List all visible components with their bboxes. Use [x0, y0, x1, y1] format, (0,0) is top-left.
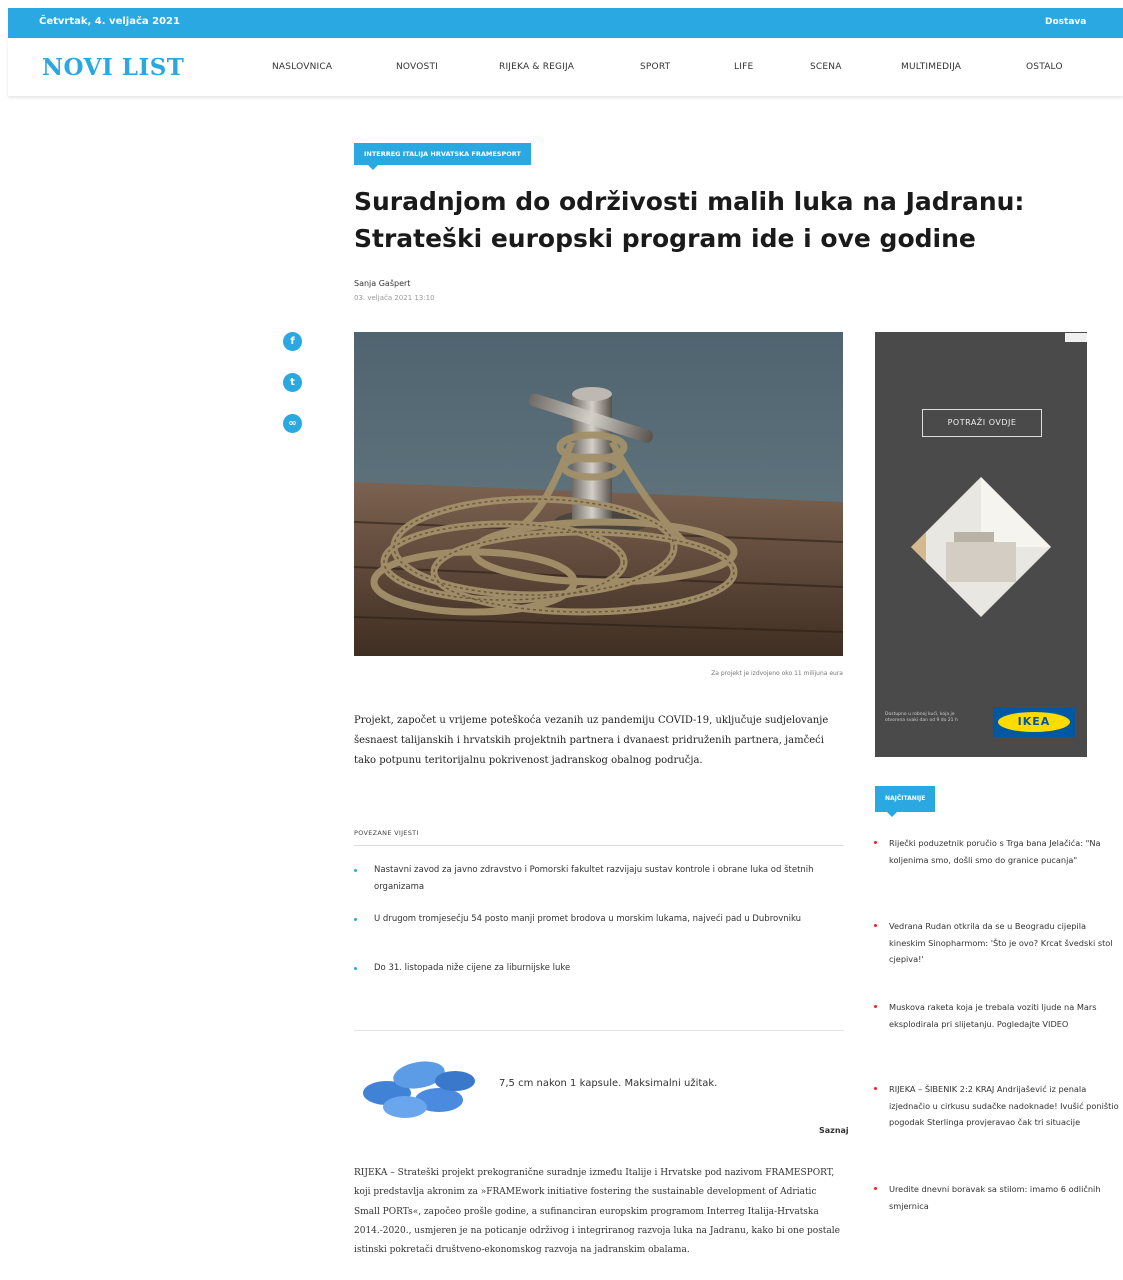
related-item[interactable]: Nastavni zavod za javno zdravstvo i Pomo…	[354, 862, 834, 896]
advertisement[interactable]: POTRAŽI OVDJE Dostupno u robnoj kući, ko…	[875, 332, 1087, 757]
link-icon[interactable]: ∞	[283, 414, 302, 433]
most-read-item[interactable]: Vedrana Rudan otkrila da se u Beogradu c…	[874, 918, 1123, 968]
related-news-title: POVEZANE VIJESTI	[354, 829, 419, 837]
most-read-label: Muskova raketa koja je trebala voziti lj…	[889, 1002, 1097, 1029]
nav-novosti[interactable]: NOVOSTI	[396, 62, 438, 72]
nav-life[interactable]: LIFE	[734, 62, 753, 72]
nav-multimedija[interactable]: MULTIMEDIJA	[901, 62, 961, 72]
related-item-label: Do 31. listopada niže cijene za liburnij…	[374, 963, 571, 973]
most-read-item[interactable]: Muskova raketa koja je trebala voziti lj…	[874, 999, 1123, 1032]
article-hero-image	[354, 332, 843, 656]
most-read-label: Vedrana Rudan otkrila da se u Beogradu c…	[889, 921, 1113, 964]
most-read-item[interactable]: Uredite dnevni boravak sa stilom: imamo …	[874, 1181, 1123, 1214]
bullet-icon	[354, 918, 357, 921]
most-read-label: RIJEKA – ŠIBENIK 2:2 KRAJ Andrijašević i…	[889, 1084, 1119, 1127]
bullet-icon	[874, 1005, 877, 1008]
bullet-icon	[874, 924, 877, 927]
ad-disclaimer: Dostupno u robnoj kući, koja je otvorena…	[885, 712, 958, 723]
article-body: RIJEKA – Strateški projekt prekogranične…	[354, 1168, 840, 1256]
bullet-icon	[354, 869, 357, 872]
ikea-logo[interactable]: IKEA	[993, 707, 1075, 737]
nav-sport[interactable]: SPORT	[640, 62, 670, 72]
bullet-icon	[874, 1187, 877, 1190]
promo-pills-image[interactable]	[357, 1045, 482, 1130]
ad-logo-text: IKEA	[998, 712, 1070, 732]
bullet-icon	[874, 841, 877, 844]
bullet-icon	[874, 1087, 877, 1090]
ad-search-button[interactable]: POTRAŽI OVDJE	[922, 409, 1042, 437]
ad-room-image	[911, 477, 1051, 617]
bullet-icon	[354, 967, 357, 970]
facebook-icon[interactable]: f	[283, 332, 302, 351]
divider	[354, 845, 844, 846]
most-read-item[interactable]: RIJEKA – ŠIBENIK 2:2 KRAJ Andrijašević i…	[874, 1081, 1123, 1131]
article-lead: Projekt, započet u vrijeme poteškoća vez…	[354, 715, 829, 766]
main-header: NOVI LIST NASLOVNICA NOVOSTI RIJEKA & RE…	[8, 38, 1123, 96]
most-read-title: NAJČITANIJE	[875, 786, 936, 817]
related-item-label: Nastavni zavod za javno zdravstvo i Pomo…	[374, 865, 814, 892]
twitter-icon[interactable]: t	[283, 373, 302, 392]
nav-scena[interactable]: SCENA	[810, 62, 842, 72]
promo-link[interactable]: Saznaj	[819, 1126, 849, 1135]
top-bar-link[interactable]: Dostava	[1045, 17, 1086, 27]
image-caption: Za projekt je izdvojeno oko 11 milijuna …	[711, 670, 843, 677]
most-read-label: Riječki poduzetnik poručio s Trga bana J…	[889, 838, 1101, 865]
divider	[354, 1030, 844, 1031]
related-item[interactable]: U drugom tromjesečju 54 posto manji prom…	[354, 911, 834, 928]
article-title: Suradnjom do održivosti malih luka na Ja…	[354, 187, 1025, 253]
promo-text[interactable]: 7,5 cm nakon 1 kapsule. Maksimalni užita…	[499, 1078, 717, 1089]
article-kicker[interactable]: INTERREG ITALIJA HRVATSKA FRAMESPORT	[354, 143, 531, 170]
current-date: Četvrtak, 4. veljača 2021	[39, 16, 180, 27]
most-read-label: Uredite dnevni boravak sa stilom: imamo …	[889, 1184, 1101, 1211]
top-bar: Četvrtak, 4. veljača 2021 Dostava	[8, 8, 1123, 38]
nav-rijeka-regija[interactable]: RIJEKA & REGIJA	[499, 62, 574, 72]
most-read-item[interactable]: Riječki poduzetnik poručio s Trga bana J…	[874, 835, 1123, 868]
nav-naslovnica[interactable]: NASLOVNICA	[272, 62, 332, 72]
nav-ostalo[interactable]: OSTALO	[1026, 62, 1063, 72]
site-logo[interactable]: NOVI LIST	[42, 54, 184, 81]
related-item[interactable]: Do 31. listopada niže cijene za liburnij…	[354, 960, 834, 977]
related-item-label: U drugom tromjesečju 54 posto manji prom…	[374, 914, 802, 924]
article-date: 03. veljača 2021 13:10	[354, 294, 435, 302]
ad-info-icon[interactable]	[1065, 333, 1087, 342]
article-author[interactable]: Sanja Gašpert	[354, 279, 410, 288]
